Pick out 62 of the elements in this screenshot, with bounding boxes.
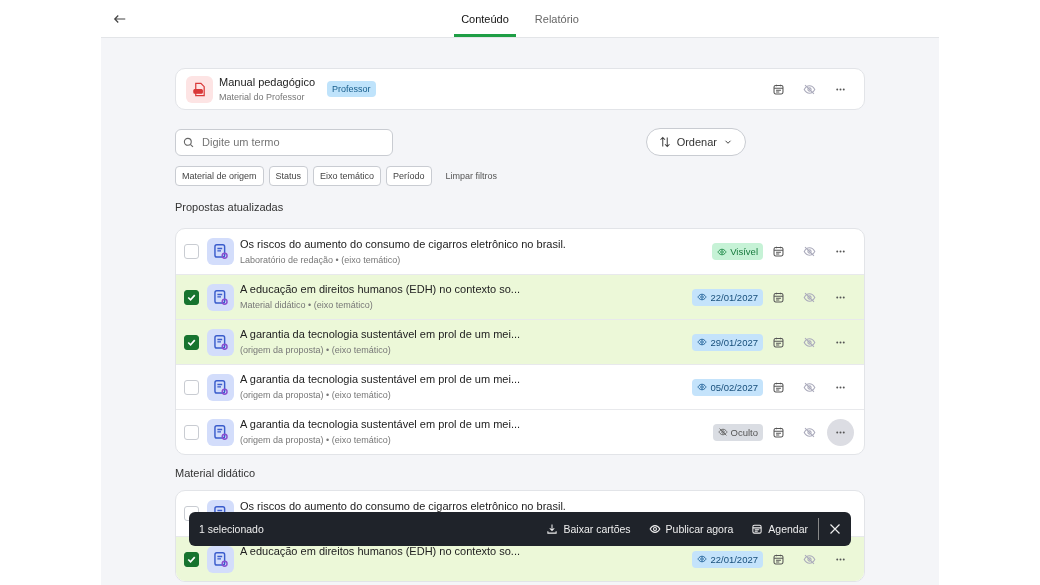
status-badge: Visível xyxy=(712,243,763,260)
proposal-row[interactable]: A educação em direitos humanos (EDH) no contexto so... Material didático • (eixo temático) 22/01/2027 xyxy=(176,274,864,319)
proposal-row[interactable]: A garantia da tecnologia sustentável em prol de um mei... (origem da proposta) • (eixo temático) 29/01/2027 xyxy=(176,319,864,364)
filter-chip[interactable]: Status xyxy=(268,166,309,186)
proposal-meta: (origem da proposta) • (eixo temático) xyxy=(240,435,392,445)
back-arrow-icon[interactable] xyxy=(113,12,127,26)
sort-button[interactable]: Ordenar xyxy=(645,128,746,156)
eye-icon xyxy=(697,554,708,564)
eye-icon xyxy=(697,337,708,347)
status-badge: 05/02/2027 xyxy=(692,378,763,396)
proposal-meta: (origem da proposta) • (eixo temático) xyxy=(240,345,392,355)
download-icon xyxy=(546,523,559,535)
filter-chip[interactable]: Eixo temático xyxy=(313,166,382,186)
section-heading: Material didático xyxy=(175,467,257,479)
action-button[interactable]: Agendar xyxy=(751,523,808,535)
selection-count: 1 selecionado xyxy=(199,523,265,535)
proposal-title: A educação em direitos humanos (EDH) no contexto so... xyxy=(240,283,521,295)
pdf-file-icon xyxy=(192,81,207,97)
material-subtitle: Material do Professor xyxy=(219,92,306,102)
proposal-meta: Material didático • (eixo temático) xyxy=(240,300,374,310)
checkbox[interactable] xyxy=(184,334,199,350)
filter-chip[interactable]: Material de origem xyxy=(175,166,264,186)
search-input[interactable]: Digite um termo xyxy=(200,135,384,149)
status-badge: Oculto xyxy=(712,423,763,441)
search-icon xyxy=(183,136,194,148)
proposal-title: Os riscos do aumento do consumo de cigarros eletrônico no brasil. xyxy=(240,499,566,512)
document-icon xyxy=(213,289,228,305)
proposal-title: Os riscos do aumento do consumo de cigarros eletrônico no brasil. xyxy=(240,237,566,250)
sort-arrows-icon xyxy=(658,136,671,148)
document-icon xyxy=(213,551,228,567)
proposal-title: A garantia da tecnologia sustentável em prol de um mei... xyxy=(240,418,521,430)
checkbox[interactable] xyxy=(184,289,199,305)
proposal-title: A educação em direitos humanos (EDH) no contexto so... xyxy=(240,545,521,557)
hidden-eye-icon xyxy=(717,427,728,437)
proposal-title: A garantia da tecnologia sustentável em prol de um mei... xyxy=(240,373,521,385)
proposal-meta: Laboratório de redação • (eixo temático) xyxy=(240,254,402,265)
proposal-title: A garantia da tecnologia sustentável em prol de um mei... xyxy=(240,328,521,340)
action-button[interactable]: Baixar cartões xyxy=(546,523,631,535)
tab[interactable]: Relatório xyxy=(527,0,586,37)
search-field[interactable]: Digite um termo xyxy=(175,128,393,156)
role-tag: Professor xyxy=(327,81,376,97)
close-button[interactable] xyxy=(829,523,841,535)
eye-icon xyxy=(697,382,708,392)
material-title: Manual pedagógico xyxy=(219,76,316,88)
calendar-icon xyxy=(751,523,764,535)
section-heading: Propostas atualizadas xyxy=(175,201,285,213)
eye-icon xyxy=(697,292,708,302)
filter-chip[interactable]: Período xyxy=(386,166,432,186)
clear-filters-link[interactable]: Limpar filtros xyxy=(439,170,504,182)
status-badge: 22/01/2027 xyxy=(692,550,763,568)
eye-icon xyxy=(717,246,728,257)
document-icon xyxy=(213,334,228,350)
action-button[interactable]: Publicar agora xyxy=(648,523,734,535)
proposal-meta: (origem da proposta) • (eixo temático) xyxy=(240,390,392,400)
document-icon xyxy=(213,379,228,395)
status-badge: 29/01/2027 xyxy=(692,333,763,351)
document-icon xyxy=(213,244,228,259)
status-badge: 22/01/2027 xyxy=(692,288,763,306)
document-icon xyxy=(213,424,228,440)
checkbox[interactable] xyxy=(184,551,199,567)
close-icon xyxy=(829,523,841,535)
eye-icon xyxy=(648,523,661,535)
